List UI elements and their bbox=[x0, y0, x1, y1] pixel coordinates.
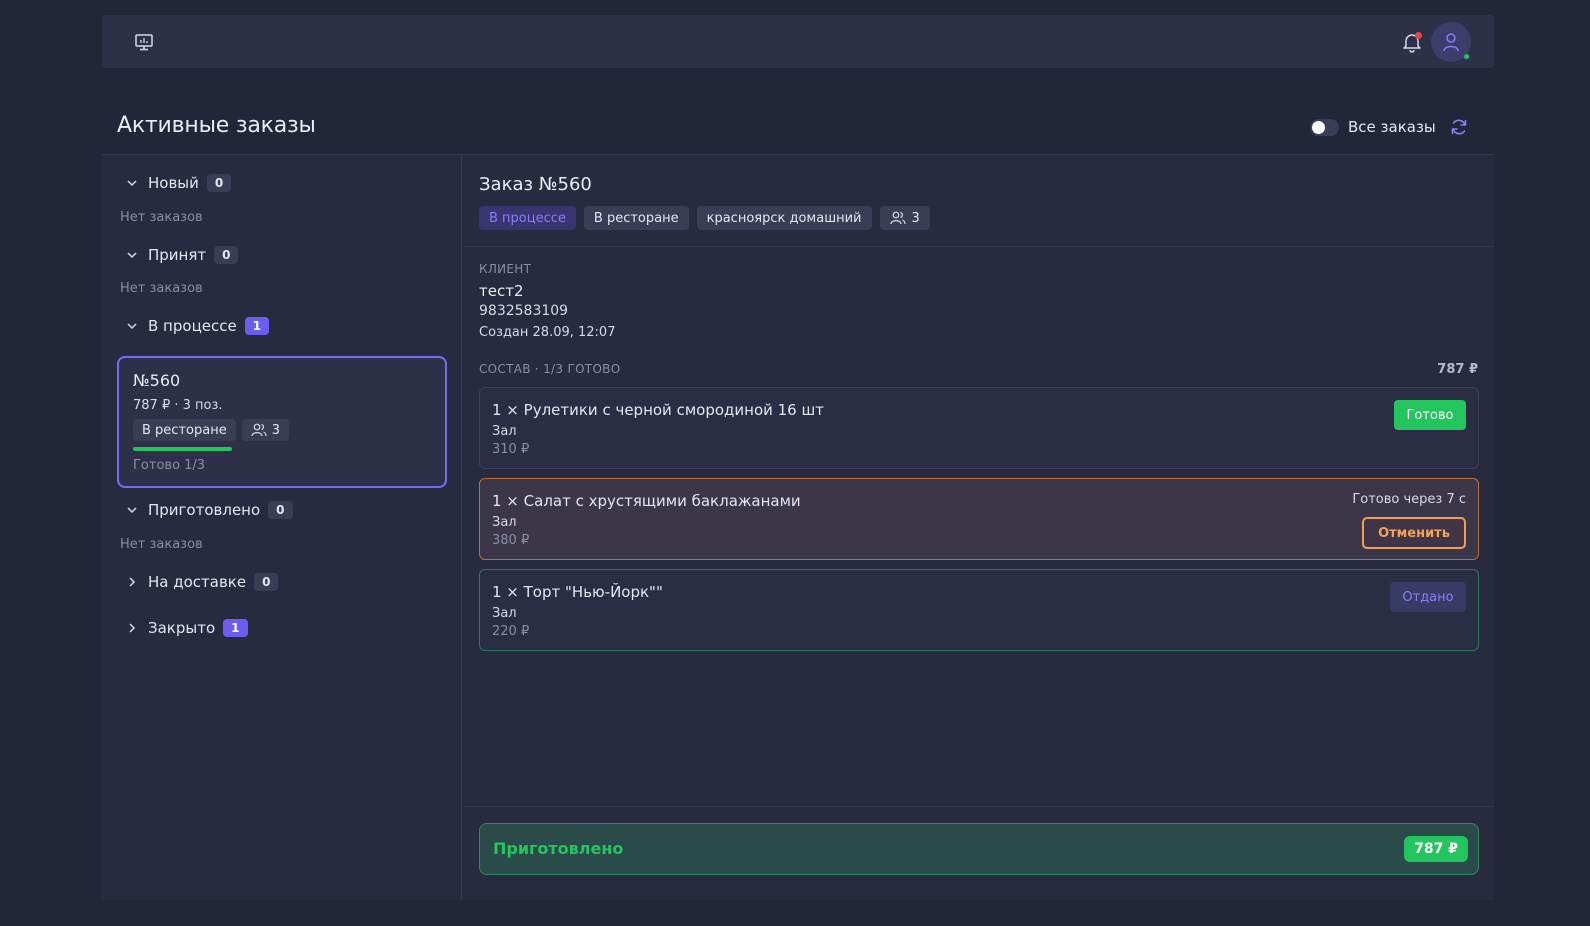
item-price: 380 ₽ bbox=[492, 533, 530, 548]
all-orders-toggle[interactable] bbox=[1310, 119, 1339, 136]
item-price: 310 ₽ bbox=[492, 442, 530, 457]
section-in-progress[interactable]: В процессе 1 bbox=[124, 315, 270, 337]
toggle-knob bbox=[1312, 121, 1325, 134]
page-title: Активные заказы bbox=[117, 113, 316, 138]
section-label: На доставке bbox=[148, 573, 247, 591]
composition-label: СОСТАВ · 1/3 ГОТОВО bbox=[479, 362, 621, 376]
order-status-column: Новый 0 Нет заказов Принят 0 Нет заказов… bbox=[102, 155, 462, 900]
empty-state: Нет заказов bbox=[120, 281, 203, 296]
ready-button[interactable]: Готово bbox=[1394, 400, 1466, 430]
empty-state: Нет заказов bbox=[120, 537, 203, 552]
chevron-right-icon bbox=[129, 623, 136, 633]
all-orders-toggle-label: Все заказы bbox=[1348, 118, 1436, 136]
empty-state: Нет заказов bbox=[120, 210, 203, 225]
section-new[interactable]: Новый 0 bbox=[124, 172, 232, 194]
section-count: 0 bbox=[254, 573, 279, 591]
section-count: 0 bbox=[214, 246, 239, 264]
item-name: 1 × Торт "Нью-Йорк"" bbox=[492, 583, 663, 601]
chevron-down-icon bbox=[127, 323, 137, 330]
order-tags: В ресторане 3 bbox=[133, 419, 289, 441]
item-name: 1 × Рулетики с черной смородиной 16 шт bbox=[492, 401, 824, 419]
section-label: Новый bbox=[148, 174, 199, 192]
item-price: 220 ₽ bbox=[492, 624, 530, 639]
order-meta: 787 ₽ · 3 поз. bbox=[133, 398, 223, 413]
chevron-down-icon bbox=[127, 180, 137, 187]
monitor-icon[interactable] bbox=[134, 32, 154, 52]
order-detail-header: Заказ №560 В процессе В ресторане красно… bbox=[463, 155, 1494, 247]
avatar[interactable] bbox=[1431, 22, 1471, 62]
status-badge: В процессе bbox=[479, 206, 576, 230]
client-name: тест2 bbox=[479, 282, 524, 300]
section-closed[interactable]: Закрыто 1 bbox=[124, 617, 248, 639]
order-detail-tags: В процессе В ресторане красноярск домашн… bbox=[479, 206, 930, 230]
section-label: Приготовлено bbox=[148, 501, 261, 519]
chevron-right-icon bbox=[129, 577, 136, 587]
order-item: 1 × Рулетики с черной смородиной 16 шт З… bbox=[479, 387, 1479, 469]
order-card[interactable]: №560 787 ₽ · 3 поз. В ресторане 3 Готово… bbox=[117, 356, 447, 488]
section-count: 0 bbox=[268, 501, 293, 519]
users-icon bbox=[251, 423, 267, 437]
section-label: В процессе bbox=[148, 317, 237, 335]
guests-count: 3 bbox=[911, 210, 920, 226]
created-at: Создан 28.09, 12:07 bbox=[479, 325, 616, 340]
order-progress-text: Готово 1/3 bbox=[133, 458, 206, 473]
guests-tag: 3 bbox=[241, 419, 289, 441]
order-footer: Приготовлено 787 ₽ bbox=[463, 806, 1494, 901]
bell-icon[interactable] bbox=[1401, 31, 1423, 53]
main-panel: Новый 0 Нет заказов Принят 0 Нет заказов… bbox=[102, 154, 1494, 900]
place-tag: В ресторане bbox=[133, 419, 236, 441]
item-place: Зал bbox=[492, 424, 517, 439]
client-phone: 9832583109 bbox=[479, 303, 569, 319]
section-accepted[interactable]: Принят 0 bbox=[124, 244, 239, 266]
item-timer: Готово через 7 с bbox=[1352, 492, 1466, 507]
served-button[interactable]: Отдано bbox=[1390, 582, 1466, 612]
section-delivery[interactable]: На доставке 0 bbox=[124, 571, 279, 593]
restaurant-tag: красноярск домашний bbox=[696, 206, 872, 230]
order-detail: Заказ №560 В процессе В ресторане красно… bbox=[463, 155, 1494, 900]
notification-dot bbox=[1415, 32, 1422, 39]
section-cooked[interactable]: Приготовлено 0 bbox=[124, 499, 293, 521]
refresh-icon[interactable] bbox=[1449, 117, 1469, 137]
cancel-button[interactable]: Отменить bbox=[1362, 517, 1466, 549]
section-label: Принят bbox=[148, 246, 207, 264]
section-count: 1 bbox=[223, 619, 248, 637]
order-item: 1 × Торт "Нью-Йорк"" Зал 220 ₽ Отдано bbox=[479, 569, 1479, 651]
composition-total: 787 ₽ bbox=[1437, 362, 1478, 377]
status-summary-label: Приготовлено bbox=[493, 839, 624, 858]
chevron-down-icon bbox=[127, 252, 137, 259]
section-count: 0 bbox=[206, 174, 232, 192]
item-place: Зал bbox=[492, 606, 517, 621]
item-name: 1 × Салат с хрустящими баклажанами bbox=[492, 492, 801, 510]
order-item: 1 × Салат с хрустящими баклажанами Зал 3… bbox=[479, 478, 1479, 560]
top-bar bbox=[102, 15, 1494, 68]
place-tag: В ресторане bbox=[583, 206, 689, 230]
order-number: №560 bbox=[133, 371, 181, 390]
client-label: КЛИЕНТ bbox=[479, 262, 532, 276]
chevron-down-icon bbox=[127, 507, 137, 514]
online-status-dot bbox=[1463, 53, 1470, 60]
order-title: Заказ №560 bbox=[479, 174, 592, 195]
user-icon bbox=[1443, 33, 1459, 52]
guests-count: 3 bbox=[271, 422, 280, 438]
status-summary-bar[interactable]: Приготовлено 787 ₽ bbox=[479, 823, 1479, 875]
section-label: Закрыто bbox=[148, 619, 216, 637]
progress-bar bbox=[133, 447, 232, 451]
guests-tag: 3 bbox=[879, 206, 930, 230]
order-total-badge: 787 ₽ bbox=[1404, 836, 1468, 862]
item-place: Зал bbox=[492, 515, 517, 530]
users-icon bbox=[889, 211, 906, 225]
section-count: 1 bbox=[244, 317, 270, 335]
